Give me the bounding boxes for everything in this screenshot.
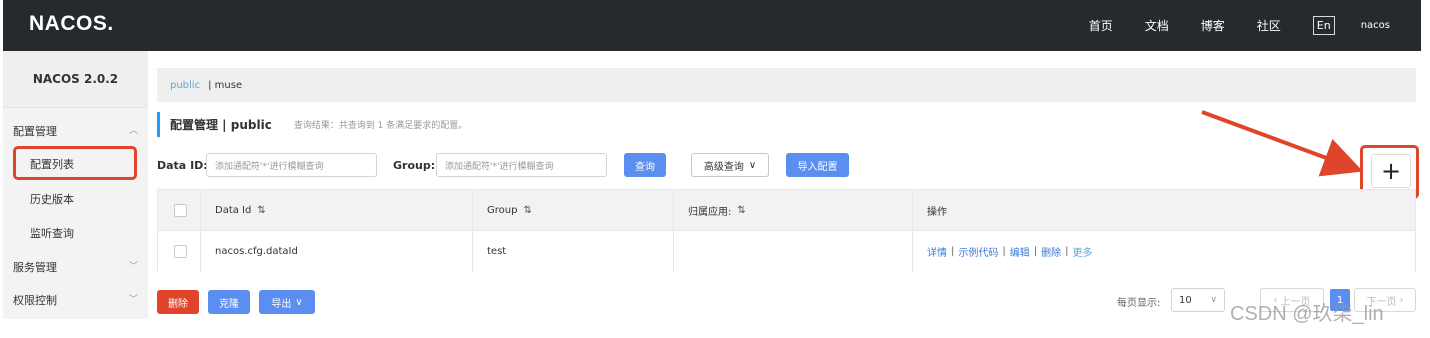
page-heading: 配置管理 | public 查询结果：共查询到 1 条满足要求的配置。 bbox=[157, 112, 467, 137]
chevron-down-icon: ∨ bbox=[748, 159, 757, 171]
header-label: Group bbox=[487, 204, 518, 216]
watermark: CSDN @玖柒_lin bbox=[1230, 303, 1384, 325]
red-arrow-annotation bbox=[1201, 110, 1364, 177]
select-all-cell bbox=[174, 190, 187, 230]
group-input[interactable]: 添加通配符'*'进行模糊查询 bbox=[436, 153, 607, 177]
chevron-down-icon: ﹀ bbox=[128, 295, 138, 305]
namespace-public-link[interactable]: public bbox=[170, 80, 200, 91]
chevron-right-icon: › bbox=[1399, 294, 1404, 306]
nav-community-link[interactable]: 社区 bbox=[1257, 17, 1281, 34]
nav-docs-link[interactable]: 文档 bbox=[1145, 17, 1169, 34]
cell-data-id: nacos.cfg.dataId bbox=[215, 245, 298, 257]
page-title: 配置管理 | public bbox=[170, 118, 272, 132]
header-app[interactable]: 归属应用: ⇅ bbox=[688, 190, 746, 230]
sort-icon[interactable]: ⇅ bbox=[257, 205, 265, 216]
sort-icon[interactable]: ⇅ bbox=[523, 205, 531, 216]
export-button[interactable]: 导出 ∨ bbox=[259, 290, 315, 314]
per-page-value: 10 bbox=[1179, 294, 1192, 306]
sidebar-item-label: 监听查询 bbox=[30, 227, 74, 240]
sort-icon[interactable]: ⇅ bbox=[737, 205, 745, 216]
table-row: nacos.cfg.dataId test 详情 | 示例代码 | 编辑 | 删… bbox=[158, 230, 1415, 271]
select-all-checkbox[interactable] bbox=[174, 203, 187, 217]
details-link[interactable]: 详情 bbox=[927, 244, 947, 259]
config-table: Data Id ⇅ Group ⇅ 归属应用: ⇅ 操作 nacos.cfg.d… bbox=[157, 189, 1416, 271]
advanced-query-button[interactable]: 高级查询 ∨ bbox=[691, 153, 769, 177]
sidebar-item-label: 历史版本 bbox=[30, 193, 74, 206]
chevron-up-icon: ︿ bbox=[128, 126, 138, 136]
nacos-logo[interactable]: NACOS. bbox=[29, 12, 114, 36]
namespace-bar: public | muse bbox=[157, 68, 1416, 102]
user-menu[interactable]: nacos bbox=[1361, 20, 1390, 31]
language-toggle[interactable]: En bbox=[1312, 16, 1335, 35]
chevron-down-icon: ∨ bbox=[295, 296, 303, 308]
nav-blog-link[interactable]: 博客 bbox=[1201, 17, 1225, 34]
header-group[interactable]: Group ⇅ bbox=[487, 190, 532, 230]
more-link[interactable]: 更多 bbox=[1073, 244, 1093, 259]
top-navbar: NACOS. 首页 文档 博客 社区 En nacos bbox=[3, 0, 1421, 51]
delete-link[interactable]: 删除 bbox=[1041, 244, 1061, 259]
sidebar-item-label: 配置管理 bbox=[13, 125, 57, 138]
chevron-down-icon: ﹀ bbox=[128, 262, 138, 272]
header-data-id[interactable]: Data Id ⇅ bbox=[215, 190, 266, 230]
import-config-button[interactable]: 导入配置 bbox=[786, 153, 849, 177]
per-page-label: 每页显示: bbox=[1117, 298, 1161, 309]
nav-home-link[interactable]: 首页 bbox=[1089, 17, 1113, 34]
export-label: 导出 bbox=[271, 298, 292, 310]
group-label: Group: bbox=[393, 159, 436, 172]
row-select-cell bbox=[174, 231, 187, 271]
cell-operations: 详情 | 示例代码 | 编辑 | 删除 | 更多 bbox=[927, 244, 1093, 259]
edit-link[interactable]: 编辑 bbox=[1010, 244, 1030, 259]
chevron-down-icon: ∨ bbox=[1210, 295, 1217, 305]
query-result-text: 查询结果：共查询到 1 条满足要求的配置。 bbox=[293, 121, 468, 131]
query-button[interactable]: 查询 bbox=[624, 153, 666, 177]
top-nav: 首页 文档 博客 社区 En nacos bbox=[1089, 0, 1421, 51]
header-label: 操作 bbox=[927, 206, 947, 218]
highlight-config-list-box bbox=[13, 146, 137, 180]
delete-button[interactable]: 删除 bbox=[157, 290, 199, 314]
sidebar: NACOS 2.0.2 配置管理 ︿ 配置列表 历史版本 监听查询 服务管理 ﹀… bbox=[3, 51, 148, 319]
header-label: 归属应用: bbox=[688, 206, 732, 218]
version-title: NACOS 2.0.2 bbox=[3, 51, 148, 108]
sidebar-item-label: 服务管理 bbox=[13, 261, 57, 274]
header-label: Data Id bbox=[215, 204, 252, 216]
header-operations: 操作 bbox=[927, 190, 947, 230]
data-id-input[interactable]: 添加通配符'*'进行模糊查询 bbox=[206, 153, 377, 177]
cell-group: test bbox=[487, 245, 507, 257]
advanced-query-label: 高级查询 bbox=[703, 161, 744, 173]
nacos-console: NACOS. 首页 文档 博客 社区 En nacos NACOS 2.0.2 … bbox=[0, 0, 1430, 338]
table-header: Data Id ⇅ Group ⇅ 归属应用: ⇅ 操作 bbox=[158, 190, 1415, 230]
sidebar-item-label: 权限控制 bbox=[13, 294, 57, 307]
data-id-label: Data ID: bbox=[157, 159, 208, 172]
clone-button[interactable]: 克隆 bbox=[208, 290, 250, 314]
row-checkbox[interactable] bbox=[174, 244, 187, 258]
per-page-select[interactable]: 10 ∨ bbox=[1171, 288, 1225, 312]
namespace-muse-link[interactable]: | muse bbox=[208, 80, 242, 91]
sample-code-link[interactable]: 示例代码 bbox=[958, 244, 998, 259]
